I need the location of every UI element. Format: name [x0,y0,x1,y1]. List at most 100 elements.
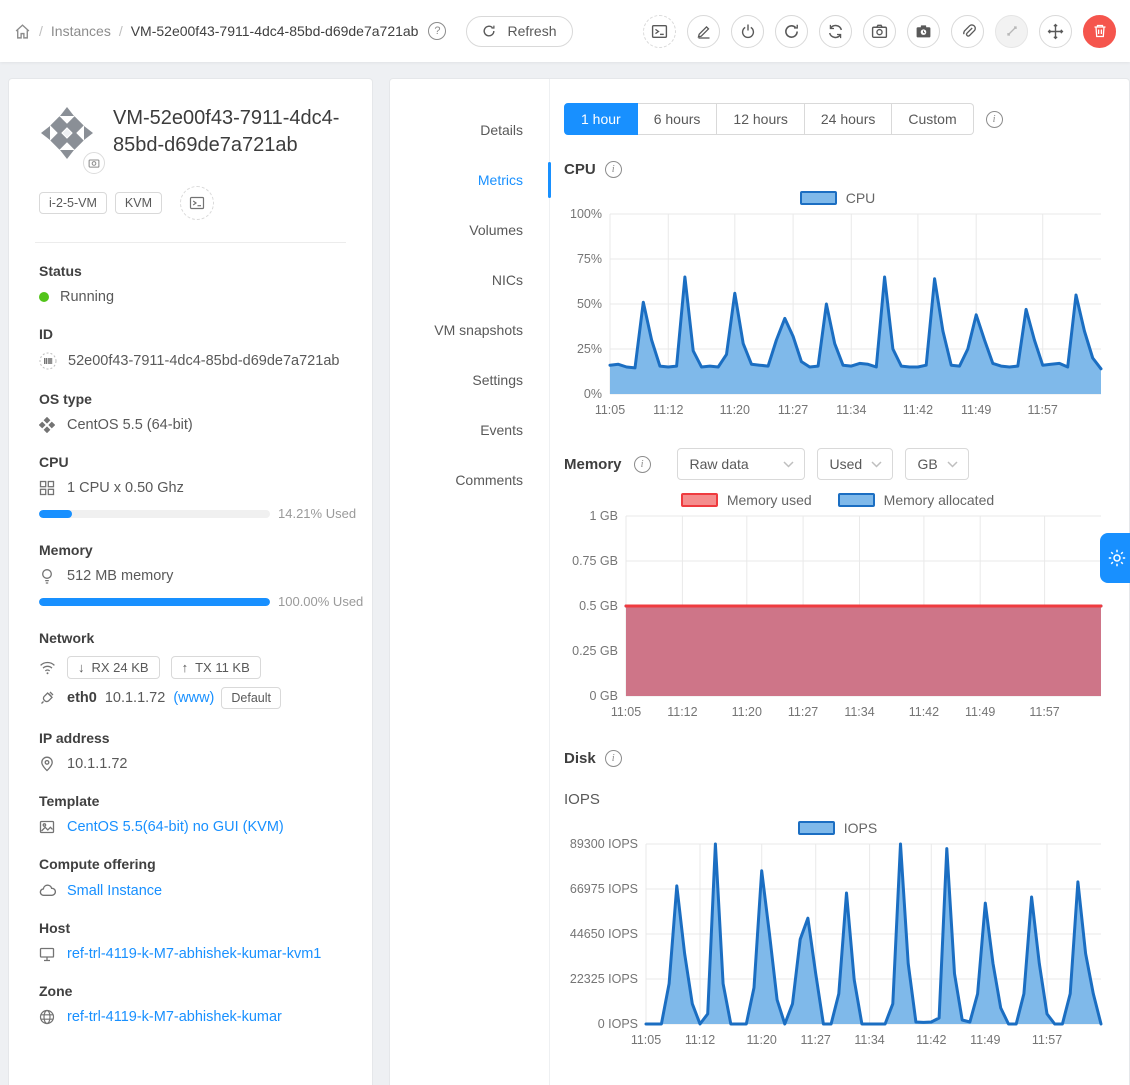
memory-chart: Memory usedMemory allocated0 GB0.25 GB0.… [564,492,1111,724]
legend-item[interactable]: Memory used [681,492,812,508]
default-network-tag: Default [221,687,281,709]
power-icon [740,23,756,39]
ostype-section: OS type CentOS 5.5 (64-bit) [39,391,342,433]
svg-text:44650 IOPS: 44650 IOPS [570,927,638,941]
migrate-button[interactable] [1039,15,1072,48]
info-icon[interactable]: i [605,750,622,767]
settings-fab[interactable] [1100,533,1130,583]
template-link[interactable]: CentOS 5.5(64-bit) no GUI (KVM) [67,819,284,835]
memory-used-label: 100.00% Used [278,594,363,609]
zone-label: Zone [39,983,342,999]
edit-button[interactable] [687,15,720,48]
attach-iso-button[interactable] [951,15,984,48]
reinstall-button[interactable] [819,15,852,48]
tab-metrics[interactable]: Metrics [390,155,549,205]
svg-text:1 GB: 1 GB [590,509,619,523]
legend-item[interactable]: IOPS [798,820,877,836]
ostype-value: CentOS 5.5 (64-bit) [67,417,193,433]
refresh-button[interactable]: Refresh [466,16,572,47]
svg-text:11:57: 11:57 [1032,1033,1062,1047]
tab-nics[interactable]: NICs [390,255,549,305]
info-icon[interactable]: i [986,111,1003,128]
legend-item[interactable]: Memory allocated [838,492,995,508]
host-section: Host ref-trl-4119-k-M7-abhishek-kumar-kv… [39,920,342,962]
metrics-content: 1 hour 6 hours 12 hours 24 hours Custom … [550,79,1129,1085]
memory-label: Memory [39,542,342,558]
legend-swatch [681,493,718,507]
memory-data-select[interactable]: Raw data [677,448,805,480]
range-12-hours-button[interactable]: 12 hours [717,103,804,135]
tab-vm-snapshots[interactable]: VM snapshots [390,305,549,355]
take-snapshot-button[interactable] [863,15,896,48]
tab-volumes[interactable]: Volumes [390,205,549,255]
memory-unit-select-value: GB [918,456,938,472]
location-pin-icon [39,756,56,772]
plug-icon [39,690,56,706]
breadcrumb-instances[interactable]: Instances [51,23,111,39]
legend-swatch [838,493,875,507]
home-icon[interactable] [14,23,31,40]
memory-chart-title: Memory [564,456,622,473]
change-icon-badge[interactable] [83,152,105,174]
legend-item[interactable]: CPU [800,190,876,206]
time-range-group: 1 hour 6 hours 12 hours 24 hours Custom [564,103,974,135]
stop-button[interactable] [731,15,764,48]
offering-link[interactable]: Small Instance [67,883,162,899]
rx-button[interactable]: ↓RX 24 KB [67,656,160,679]
memory-data-select-value: Raw data [690,456,749,472]
help-icon[interactable]: ? [428,22,446,40]
globe-icon [39,1009,56,1025]
gear-icon [1107,548,1127,568]
range-1-hour-button[interactable]: 1 hour [564,103,638,135]
memory-progress [39,598,270,606]
ip-label: IP address [39,730,342,746]
breadcrumb-current: VM-52e00f43-7911-4dc4-85bd-d69de7a721ab [131,23,419,39]
tab-details[interactable]: Details [390,105,549,155]
range-6-hours-button[interactable]: 6 hours [638,103,718,135]
instance-header: VM-52e00f43-7911-4dc4-85bd-d69de7a721ab [39,105,342,166]
svg-text:0 IOPS: 0 IOPS [598,1017,638,1031]
legend-swatch [800,191,837,205]
memory-metric-select[interactable]: Used [817,448,893,480]
svg-text:11:27: 11:27 [778,403,808,417]
reboot-button[interactable] [775,15,808,48]
reload-icon [482,24,499,38]
svg-text:25%: 25% [577,342,602,356]
svg-text:11:49: 11:49 [970,1033,1000,1047]
centos-icon [39,417,56,433]
cpu-label: CPU [39,454,342,470]
console-button[interactable] [643,15,676,48]
detail-tabs: Details Metrics Volumes NICs VM snapshot… [390,79,550,1085]
host-link[interactable]: ref-trl-4119-k-M7-abhishek-kumar-kvm1 [67,946,321,962]
cpu-used-label: 14.21% Used [278,506,356,521]
zone-link[interactable]: ref-trl-4119-k-M7-abhishek-kumar [67,1009,282,1025]
desktop-icon [39,946,56,962]
svg-text:89300 IOPS: 89300 IOPS [570,837,638,851]
cpu-progress [39,510,270,518]
info-icon[interactable]: i [634,456,651,473]
scale-button[interactable] [995,15,1028,48]
info-icon[interactable]: i [605,161,622,178]
tx-button[interactable]: ↑TX 11 KB [171,656,261,679]
destroy-button[interactable] [1083,15,1116,48]
console-icon [651,23,668,40]
memory-unit-select[interactable]: GB [905,448,969,480]
console-chip-button[interactable] [180,186,214,220]
svg-text:11:42: 11:42 [903,403,933,417]
recurring-snapshot-button[interactable] [907,15,940,48]
chart-legend: CPU [564,190,1111,206]
svg-text:100%: 100% [570,207,602,221]
range-24-hours-button[interactable]: 24 hours [805,103,892,135]
cpu-progress-fill [39,510,72,518]
cpu-grid-icon [39,480,56,496]
breadcrumb-separator: / [39,23,43,39]
svg-text:0.75 GB: 0.75 GB [572,554,618,568]
tx-label: TX 11 KB [195,660,250,675]
camera-clock-icon [915,23,932,40]
tab-events[interactable]: Events [390,405,549,455]
action-toolbar [643,15,1116,48]
tab-settings[interactable]: Settings [390,355,549,405]
range-custom-button[interactable]: Custom [892,103,973,135]
tab-comments[interactable]: Comments [390,455,549,505]
network-link[interactable]: (www) [173,690,214,706]
